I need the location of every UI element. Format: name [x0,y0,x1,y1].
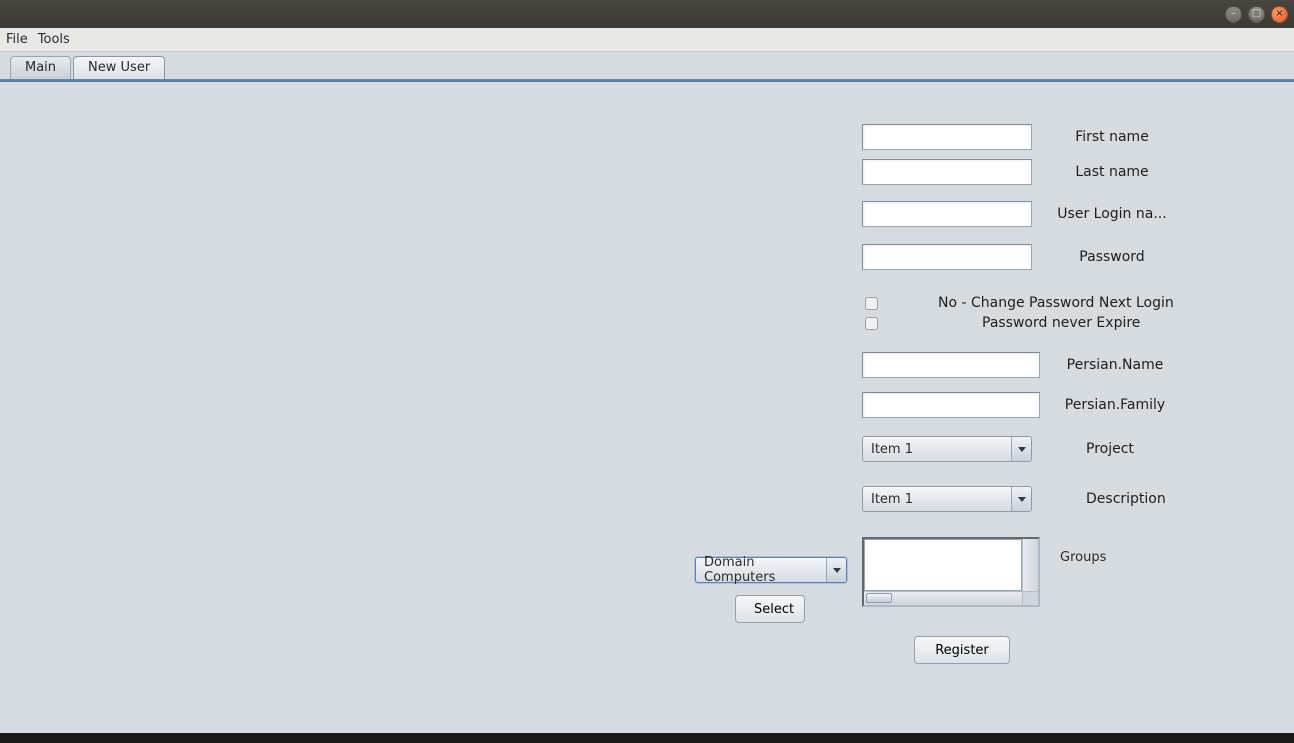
menu-tools[interactable]: Tools [38,32,70,47]
description-combo-value: Item 1 [871,492,913,507]
user-login-label: User Login na... [1032,206,1192,222]
persian-family-label: Persian.Family [1040,397,1190,413]
content-pane: First name Last name User Login na... Pa… [0,80,1294,733]
groups-vertical-scrollbar[interactable] [1022,539,1038,591]
register-button[interactable]: Register [914,636,1010,664]
groups-listbox-area[interactable] [864,539,1022,591]
tabstrip: Main New User [0,52,1294,80]
user-login-input[interactable] [862,201,1032,227]
last-name-label: Last name [1032,164,1192,180]
scrollbar-corner [1022,591,1038,605]
persian-name-input[interactable] [862,352,1040,378]
password-never-expire-checkbox[interactable] [865,317,878,330]
chevron-down-icon [826,558,846,582]
description-label: Description [1032,491,1182,507]
window-close-button[interactable]: × [1271,6,1288,23]
first-name-label: First name [1032,129,1192,145]
window-minimize-button[interactable]: – [1225,6,1242,23]
tab-new-user[interactable]: New User [73,56,165,79]
no-change-password-label: No - Change Password Next Login [938,295,1174,311]
no-change-password-checkbox[interactable] [865,297,878,310]
first-name-input[interactable] [862,124,1032,150]
groups-label: Groups [1060,550,1180,565]
domain-combo-value: Domain Computers [704,555,820,585]
window-titlebar: – □ × [0,0,1294,28]
description-combo[interactable]: Item 1 [862,486,1032,512]
tab-main[interactable]: Main [10,56,71,79]
menu-file[interactable]: File [6,32,28,47]
menubar: File Tools [0,28,1294,52]
scrollbar-thumb[interactable] [866,593,892,603]
last-name-input[interactable] [862,159,1032,185]
chevron-down-icon [1011,487,1031,511]
groups-listbox[interactable] [862,537,1040,607]
domain-combo[interactable]: Domain Computers [695,557,847,583]
project-combo[interactable]: Item 1 [862,436,1032,462]
password-never-expire-label: Password never Expire [982,315,1140,331]
window-maximize-button[interactable]: □ [1248,6,1265,23]
password-label: Password [1032,249,1192,265]
persian-family-input[interactable] [862,392,1040,418]
project-label: Project [1032,441,1182,457]
password-input[interactable] [862,244,1032,270]
select-button[interactable]: Select [735,595,805,623]
bottom-edge [0,733,1294,743]
project-combo-value: Item 1 [871,442,913,457]
persian-name-label: Persian.Name [1040,357,1190,373]
chevron-down-icon [1011,437,1031,461]
groups-horizontal-scrollbar[interactable] [864,591,1022,605]
